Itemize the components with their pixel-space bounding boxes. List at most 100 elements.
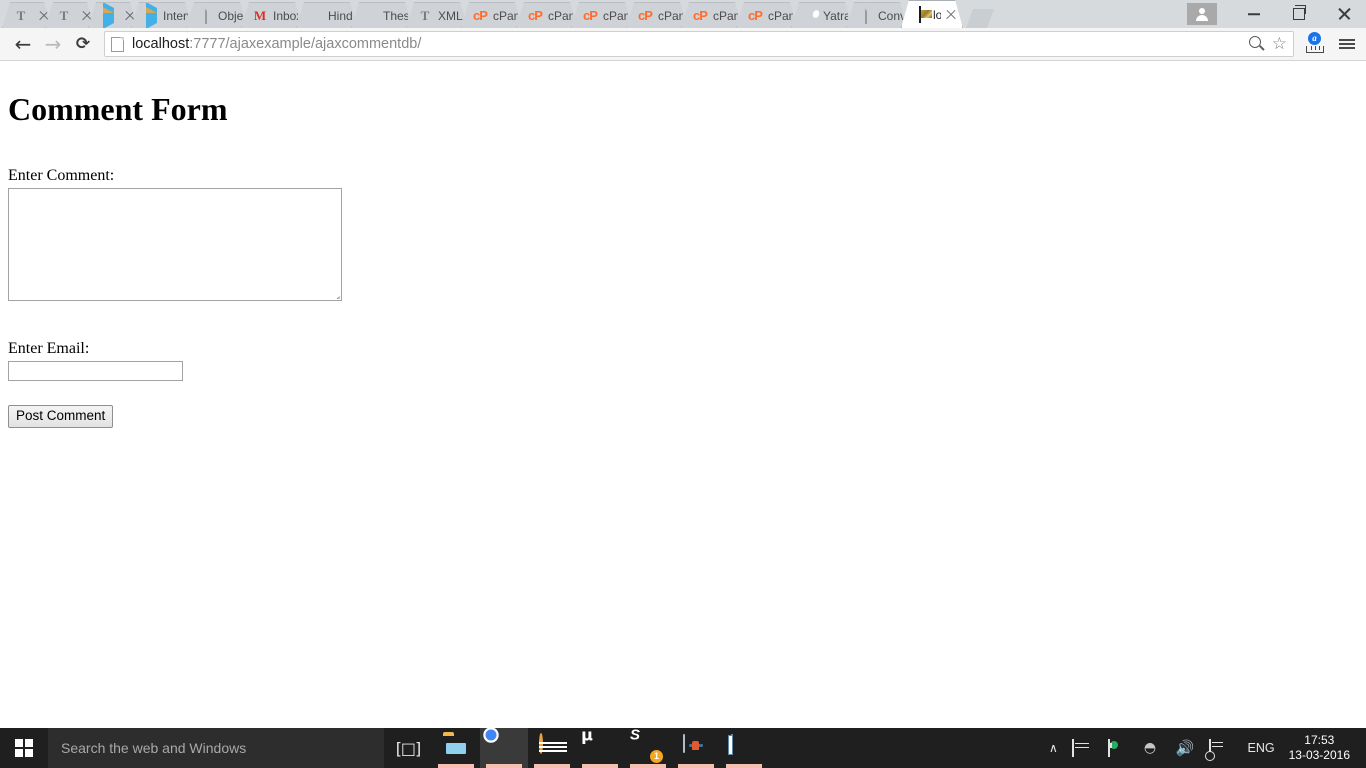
taskbar-app-utorrent[interactable] [576,728,624,768]
gmail-icon: M [253,7,267,23]
browser-tab[interactable]: Interv [131,2,193,28]
eclipse-icon [539,733,543,754]
email-input[interactable] [8,361,183,381]
hamburger-menu-icon[interactable] [1336,31,1358,57]
browser-tab[interactable]: Objec [186,2,248,28]
tab-close-button[interactable] [944,8,958,22]
arrow-left-icon: ← [14,32,32,56]
minimize-button[interactable] [1231,0,1276,28]
taskbar-app-google-chrome[interactable] [480,728,528,768]
maximize-button[interactable] [1276,0,1321,28]
browser-tab[interactable]: cP cPane [516,2,578,28]
clock[interactable]: 17:53 13-03-2016 [1285,728,1358,768]
browser-tab[interactable]: cP cPane [681,2,743,28]
browser-tab[interactable]: Bl [88,2,138,28]
back-button[interactable]: ← [8,30,38,58]
resize-grip-icon[interactable] [329,288,340,299]
tab-title: cPane [603,8,624,23]
task-view-icon: [□] [395,738,422,758]
system-tray: ∧ ◓ 🔊 ENG 17:53 13-03-2016 [1042,728,1366,768]
taskbar-app-skype[interactable]: 1 [624,728,672,768]
page-info-icon[interactable] [111,36,124,52]
task-view-button[interactable]: [□] [384,728,432,768]
menu-line-2 [1339,43,1355,45]
close-icon [1337,7,1351,21]
url-host: localhost [132,36,190,52]
tray-network-button[interactable]: ◓ [1137,728,1169,768]
browser-tab[interactable]: lo [901,0,963,28]
url-path: :7777/ajaxexample/ajaxcommentdb/ [189,36,422,52]
notepad-plus-plus-icon [731,734,733,753]
browser-tab[interactable]: These [351,2,413,28]
post-comment-button[interactable]: Post Comment [8,405,114,428]
language-indicator[interactable]: ENG [1238,741,1285,755]
running-indicator [486,764,522,768]
taskbar-app-notepad-plus-plus[interactable] [720,728,768,768]
browser-tab[interactable]: cP cPane [736,2,798,28]
page-icon [197,8,213,24]
profile-button[interactable] [1187,3,1217,25]
taskbar-search-input[interactable]: Search the web and Windows [48,728,384,768]
browser-tab[interactable]: Hindi [296,2,358,28]
iis-icon [912,7,928,23]
star-icon[interactable]: ☆ [1272,35,1287,53]
java-icon [683,734,685,753]
tab-title: cPane [768,8,789,23]
tab-title: Inbox [273,8,297,23]
volume-icon: 🔊 [1175,738,1195,757]
tab-title: Yatra [823,8,845,23]
browser-toolbar: ← → ⟳ localhost:7777/ajaxexample/ajaxcom… [0,28,1366,61]
notification-badge: 1 [650,750,663,763]
menu-line-1 [1339,39,1355,41]
tab-title: Conv [878,8,901,23]
forward-button[interactable]: → [38,30,68,58]
tray-keyboard-button[interactable] [1065,728,1101,768]
address-bar[interactable]: localhost:7777/ajaxexample/ajaxcommentdb… [104,31,1294,57]
start-button[interactable] [0,728,48,768]
minimize-icon [1247,13,1260,15]
search-placeholder-text: Search the web and Windows [61,740,247,756]
docs-icon: T [420,7,430,23]
cpanel-icon: cP [583,7,597,23]
ruler-icon [1306,46,1324,53]
tab-title: lo [933,7,936,22]
tray-action-center-button[interactable] [1202,728,1238,768]
browser-tab[interactable]: Conv [846,2,908,28]
reload-button[interactable]: ⟳ [68,30,98,58]
page-title: Comment Form [8,91,228,127]
tab-title: Hindi [328,8,353,23]
browser-tab[interactable]: cP cPane [626,2,688,28]
action-center-icon [1208,739,1231,757]
close-window-button[interactable] [1321,0,1366,28]
browser-tab[interactable]: M Inbox [241,2,303,28]
dot-icon [362,8,378,24]
cpanel-icon: cP [473,7,487,23]
browser-tab[interactable]: TO [45,2,95,28]
browser-tab[interactable]: Yatra [791,2,853,28]
windows-taskbar: Search the web and Windows [□] 1 ∧ ◓ 🔊 E… [0,728,1366,768]
running-indicator [582,764,618,768]
tray-volume-button[interactable]: 🔊 [1169,728,1202,768]
browser-tab[interactable]: T XMLH [406,2,468,28]
extension-button[interactable]: a [1304,31,1326,57]
taskbar-app-eclipse[interactable] [528,728,576,768]
page-icon [857,8,873,24]
maximize-icon [1292,5,1306,20]
cpanel-icon: cP [638,7,652,23]
extension-badge: a [1308,32,1321,45]
taskbar-app-file-explorer[interactable] [432,728,480,768]
yatra-icon [802,8,818,24]
browser-tab[interactable]: cP cPane [571,2,633,28]
keyboard-icon [1071,739,1094,757]
taskbar-app-list: 1 [432,728,768,768]
browser-window: TCTOBlIntervObjecMInboxHindiTheseTXMLHcP… [0,0,1366,728]
url-text: localhost:7777/ajaxexample/ajaxcommentdb… [132,36,421,52]
comment-textarea[interactable] [8,188,342,301]
tray-expand-button[interactable]: ∧ [1042,728,1065,768]
new-tab-button[interactable] [966,9,994,28]
browser-tab[interactable]: cP cPane [461,2,523,28]
taskbar-app-java[interactable] [672,728,720,768]
tray-battery-button[interactable] [1101,728,1137,768]
zoom-magnifier-icon[interactable] [1248,35,1266,53]
browser-tab[interactable]: TC [2,2,52,28]
